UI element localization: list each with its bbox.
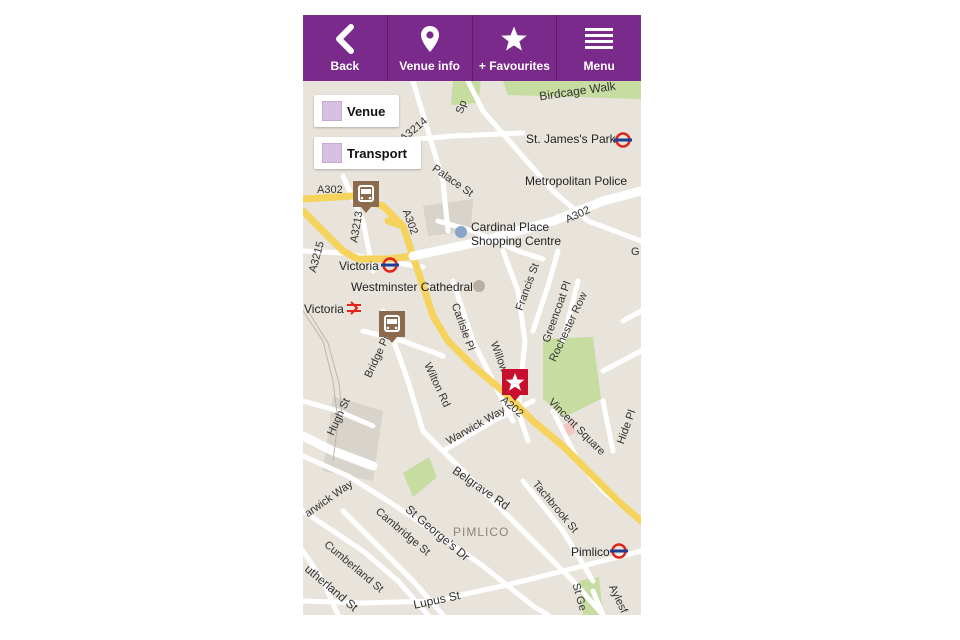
add-favourites-button[interactable]: + Favourites <box>473 15 558 81</box>
place-of-worship-icon <box>473 280 485 292</box>
label-cardinal-place-2: Shopping Centre <box>471 234 562 248</box>
map-view[interactable]: Birdcage Walk St. James's Park Metropoli… <box>303 79 641 615</box>
back-button[interactable]: Back <box>303 15 388 81</box>
label-westminster-cathedral: Westminster Cathedral <box>351 280 473 294</box>
label-g: G <box>631 246 640 258</box>
venue-swatch <box>322 101 342 121</box>
top-navbar: Back Venue info + Favourites Menu <box>303 15 641 81</box>
chevron-left-icon <box>333 23 357 55</box>
shopping-icon <box>455 226 467 238</box>
label-a302-left: A302 <box>317 184 343 196</box>
transport-swatch <box>322 143 342 163</box>
bus-stop-pin[interactable] <box>377 309 407 350</box>
bus-icon <box>379 311 405 343</box>
star-icon <box>500 23 528 55</box>
legend-venue-label: Venue <box>347 103 386 119</box>
hamburger-menu-icon <box>585 23 614 55</box>
favourites-label: + Favourites <box>478 59 550 73</box>
legend-venue-button[interactable]: Venue <box>314 95 400 127</box>
bus-icon <box>353 181 379 213</box>
label-st-james-park: St. James's Park <box>526 132 616 146</box>
label-victoria-tube: Victoria <box>339 259 379 273</box>
legend-transport-button[interactable]: Transport <box>314 137 421 169</box>
phone-screen: Back Venue info + Favourites Menu Birdca… <box>303 15 641 615</box>
map-pin-icon <box>420 23 440 55</box>
bus-stop-pin[interactable] <box>351 179 381 220</box>
venue-star-icon <box>502 369 528 401</box>
label-pimlico-tube: Pimlico <box>571 545 610 559</box>
legend-transport-label: Transport <box>347 145 407 161</box>
label-metropolitan-police: Metropolitan Police <box>525 174 628 188</box>
venue-pin[interactable] <box>500 367 530 408</box>
venue-info-label: Venue info <box>399 59 460 73</box>
label-cardinal-place-1: Cardinal Place <box>471 220 550 234</box>
label-pimlico-area: PIMLICO <box>453 525 510 539</box>
label-victoria-rail: Victoria <box>304 302 344 316</box>
back-label: Back <box>330 59 360 73</box>
menu-label: Menu <box>583 59 615 73</box>
menu-button[interactable]: Menu <box>557 15 641 81</box>
venue-info-button[interactable]: Venue info <box>388 15 473 81</box>
